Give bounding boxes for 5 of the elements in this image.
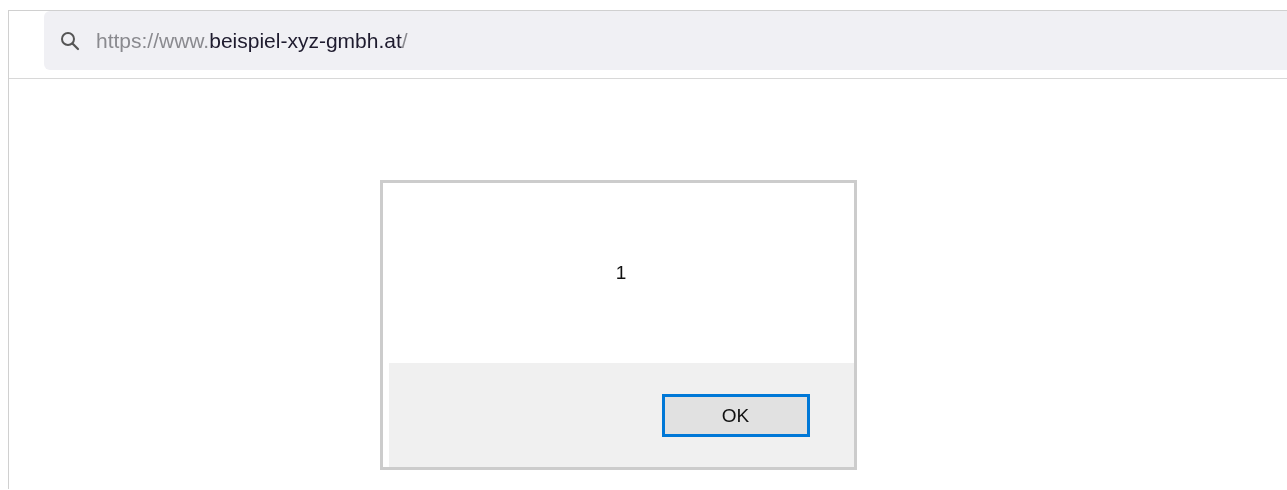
dialog-message: 1 [615,262,627,284]
ok-button[interactable]: OK [661,394,810,437]
address-bar[interactable]: https://www.beispiel-xyz-gmbh.at/ [44,11,1287,70]
search-icon [60,30,80,51]
url-text: https://www.beispiel-xyz-gmbh.at/ [96,28,408,53]
